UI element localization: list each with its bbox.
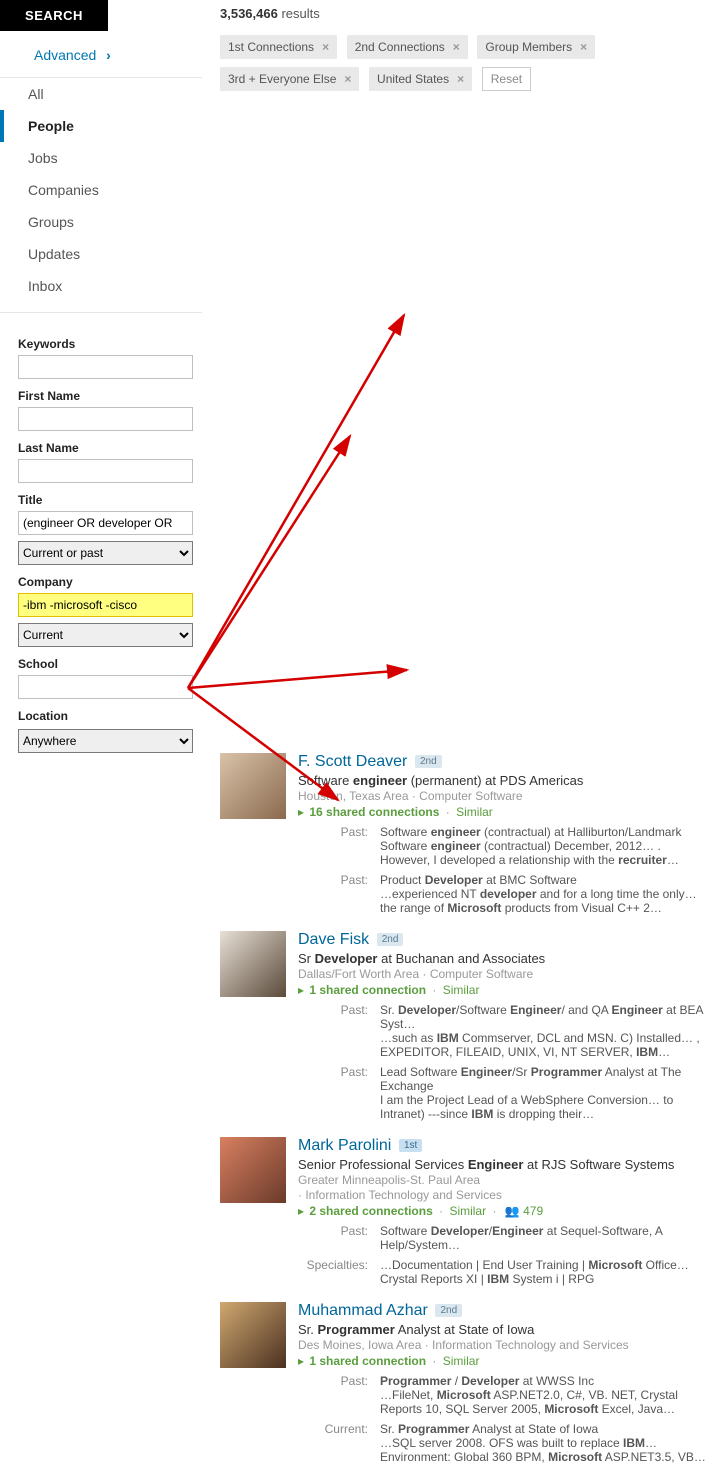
close-icon[interactable]: × xyxy=(322,40,329,54)
row-label: Past: xyxy=(298,1003,374,1017)
result-headline: Sr. Programmer Analyst at State of Iowa xyxy=(298,1322,707,1337)
triangle-icon: ▸ xyxy=(298,1204,304,1218)
nav-groups[interactable]: Groups xyxy=(0,206,202,238)
chevron-right-icon: › xyxy=(106,47,111,63)
row-body: Product Developer at BMC Software…experi… xyxy=(380,873,707,915)
filter-panel: Keywords First Name Last Name Title Curr… xyxy=(0,312,202,753)
advanced-label: Advanced xyxy=(34,47,96,63)
row-body: Software Developer/Engineer at Sequel-So… xyxy=(380,1224,707,1252)
nav-inbox[interactable]: Inbox xyxy=(0,270,202,302)
result-meta: Des Moines, Iowa Area · Information Tech… xyxy=(298,1338,707,1352)
row-label: Past: xyxy=(298,825,374,839)
last-name-label: Last Name xyxy=(18,441,184,455)
chip-1st[interactable]: 1st Connections× xyxy=(220,35,337,59)
shared-connections[interactable]: ▸ 1 shared connection · Similar xyxy=(298,983,707,997)
results-count: 3,536,466 results xyxy=(220,6,707,21)
row-label: Past: xyxy=(298,873,374,887)
row-body: Lead Software Engineer/Sr Programmer Ana… xyxy=(380,1065,707,1121)
row-label: Specialties: xyxy=(298,1258,374,1272)
triangle-icon: ▸ xyxy=(298,1354,304,1368)
nav-all[interactable]: All xyxy=(0,78,202,110)
close-icon[interactable]: × xyxy=(580,40,587,54)
title-scope-select[interactable]: Current or past xyxy=(18,541,193,565)
advanced-link[interactable]: Advanced › xyxy=(0,31,202,77)
school-label: School xyxy=(18,657,184,671)
nav-people[interactable]: People xyxy=(0,110,202,142)
close-icon[interactable]: × xyxy=(344,72,351,86)
last-name-input[interactable] xyxy=(18,459,193,483)
row-body: …Documentation | End User Training | Mic… xyxy=(380,1258,707,1286)
shared-connections[interactable]: ▸ 2 shared connections · Similar · 👥 479 xyxy=(298,1204,707,1218)
search-result: Muhammad Azhar 2nd Sr. Programmer Analys… xyxy=(220,1302,707,1464)
company-input[interactable] xyxy=(18,593,193,617)
degree-badge: 1st xyxy=(399,1139,422,1152)
close-icon[interactable]: × xyxy=(457,72,464,86)
reset-button[interactable]: Reset xyxy=(482,67,531,91)
chip-group[interactable]: Group Members× xyxy=(477,35,595,59)
filter-chips: 1st Connections× 2nd Connections× Group … xyxy=(220,35,707,99)
avatar[interactable] xyxy=(220,1137,286,1203)
row-label: Past: xyxy=(298,1374,374,1388)
triangle-icon: ▸ xyxy=(298,805,304,819)
avatar[interactable] xyxy=(220,1302,286,1368)
result-meta: Dallas/Fort Worth Area · Computer Softwa… xyxy=(298,967,707,981)
result-meta: Greater Minneapolis-St. Paul Area xyxy=(298,1173,707,1187)
row-label: Past: xyxy=(298,1065,374,1079)
title-label: Title xyxy=(18,493,184,507)
chip-3rd[interactable]: 3rd + Everyone Else× xyxy=(220,67,359,91)
shared-connections[interactable]: ▸ 16 shared connections · Similar xyxy=(298,805,707,819)
left-nav: All People Jobs Companies Groups Updates… xyxy=(0,77,202,302)
nav-jobs[interactable]: Jobs xyxy=(0,142,202,174)
company-scope-select[interactable]: Current xyxy=(18,623,193,647)
row-label: Current: xyxy=(298,1422,374,1436)
location-select[interactable]: Anywhere xyxy=(18,729,193,753)
chip-us[interactable]: United States× xyxy=(369,67,472,91)
search-button[interactable]: SEARCH xyxy=(0,0,108,31)
degree-badge: 2nd xyxy=(415,755,442,768)
shared-connections[interactable]: ▸ 1 shared connection · Similar xyxy=(298,1354,707,1368)
degree-badge: 2nd xyxy=(377,933,404,946)
close-icon[interactable]: × xyxy=(453,40,460,54)
results-count-number: 3,536,466 xyxy=(220,6,278,21)
result-headline: Sr Developer at Buchanan and Associates xyxy=(298,951,707,966)
row-body: Sr. Developer/Software Engineer/ and QA … xyxy=(380,1003,707,1059)
avatar[interactable] xyxy=(220,753,286,819)
result-name-link[interactable]: Mark Parolini xyxy=(298,1137,391,1154)
result-headline: Senior Professional Services Engineer at… xyxy=(298,1157,707,1172)
result-headline: Software engineer (permanent) at PDS Ame… xyxy=(298,773,707,788)
triangle-icon: ▸ xyxy=(298,983,304,997)
result-name-link[interactable]: Dave Fisk xyxy=(298,931,369,948)
group-icon: 👥 xyxy=(505,1204,520,1218)
company-label: Company xyxy=(18,575,184,589)
row-label: Past: xyxy=(298,1224,374,1238)
search-result: Mark Parolini 1st Senior Professional Se… xyxy=(220,1137,707,1286)
result-meta2: · Information Technology and Services xyxy=(298,1188,707,1202)
degree-badge: 2nd xyxy=(435,1304,462,1317)
result-name-link[interactable]: F. Scott Deaver xyxy=(298,753,407,770)
avatar[interactable] xyxy=(220,931,286,997)
first-name-input[interactable] xyxy=(18,407,193,431)
result-name-link[interactable]: Muhammad Azhar xyxy=(298,1302,428,1319)
row-body: Programmer / Developer at WWSS Inc…FileN… xyxy=(380,1374,707,1416)
location-label: Location xyxy=(18,709,184,723)
nav-updates[interactable]: Updates xyxy=(0,238,202,270)
school-input[interactable] xyxy=(18,675,193,699)
chip-2nd[interactable]: 2nd Connections× xyxy=(347,35,468,59)
results-count-suffix: results xyxy=(281,6,319,21)
keywords-label: Keywords xyxy=(18,337,184,351)
keywords-input[interactable] xyxy=(18,355,193,379)
result-meta: Houston, Texas Area · Computer Software xyxy=(298,789,707,803)
nav-companies[interactable]: Companies xyxy=(0,174,202,206)
row-body: Sr. Programmer Analyst at State of Iowa…… xyxy=(380,1422,707,1464)
first-name-label: First Name xyxy=(18,389,184,403)
title-input[interactable] xyxy=(18,511,193,535)
search-result: F. Scott Deaver 2nd Software engineer (p… xyxy=(220,753,707,915)
row-body: Software engineer (contractual) at Halli… xyxy=(380,825,707,867)
search-result: Dave Fisk 2nd Sr Developer at Buchanan a… xyxy=(220,931,707,1121)
